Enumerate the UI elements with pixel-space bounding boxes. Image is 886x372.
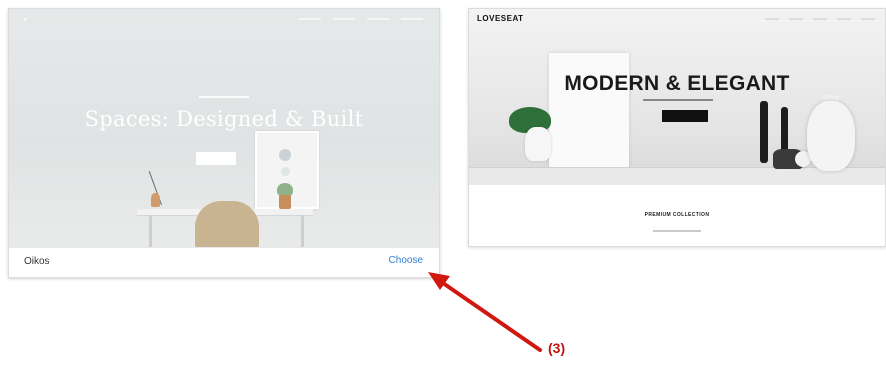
nav-placeholder [861,18,875,20]
oikos-preview-nav [299,18,423,20]
oikos-preview-kicker [199,96,249,98]
nav-placeholder [813,18,827,20]
theme-name: Oikos [24,256,50,267]
plant-pot-image [279,195,291,209]
nav-placeholder [299,18,321,20]
theme-card-footer: Oikos Choose [9,247,439,277]
loveseat-preview-subtitle [643,99,713,101]
theme-gallery: ≡ Spaces: Designed & Built Oikos Choose … [0,0,886,372]
loveseat-preview-section: PREMIUM COLLECTION [469,185,885,246]
loveseat-preview-cta [662,110,708,122]
plant-pot-image [525,127,551,161]
loveseat-preview-image[interactable]: LOVESEAT MODERN & ELEGANT [469,9,885,185]
oikos-preview-logo: ≡ [23,17,28,24]
annotation-label: (3) [548,340,566,356]
oikos-preview-image[interactable]: ≡ Spaces: Designed & Built [9,9,439,247]
nav-placeholder [789,18,803,20]
loveseat-section-subtitle [653,230,701,232]
theme-card-oikos[interactable]: ≡ Spaces: Designed & Built Oikos Choose [8,8,440,278]
nav-placeholder [333,18,355,20]
loveseat-preview-logo: LOVESEAT [477,14,524,23]
nav-placeholder [837,18,851,20]
oikos-preview-headline: Spaces: Designed & Built [84,107,364,131]
loveseat-section-title: PREMIUM COLLECTION [644,212,710,218]
nav-placeholder [367,18,389,20]
loveseat-preview-headline: MODERN & ELEGANT [564,72,790,95]
nav-placeholder [401,18,423,20]
candle-holder-image [760,101,768,163]
vase-image [807,101,855,171]
loveseat-preview-nav [765,18,875,20]
desk-leg [149,215,152,247]
theme-card-loveseat[interactable]: LOVESEAT MODERN & ELEGANT PREMIUM COLLEC… [468,8,886,247]
choose-theme-link[interactable]: Choose [389,255,423,266]
chair-image [195,201,259,247]
art-panel-image [549,53,629,171]
vase-image [151,193,160,207]
nav-placeholder [765,18,779,20]
oikos-preview-cta [196,152,236,165]
desk-leg [301,215,304,247]
